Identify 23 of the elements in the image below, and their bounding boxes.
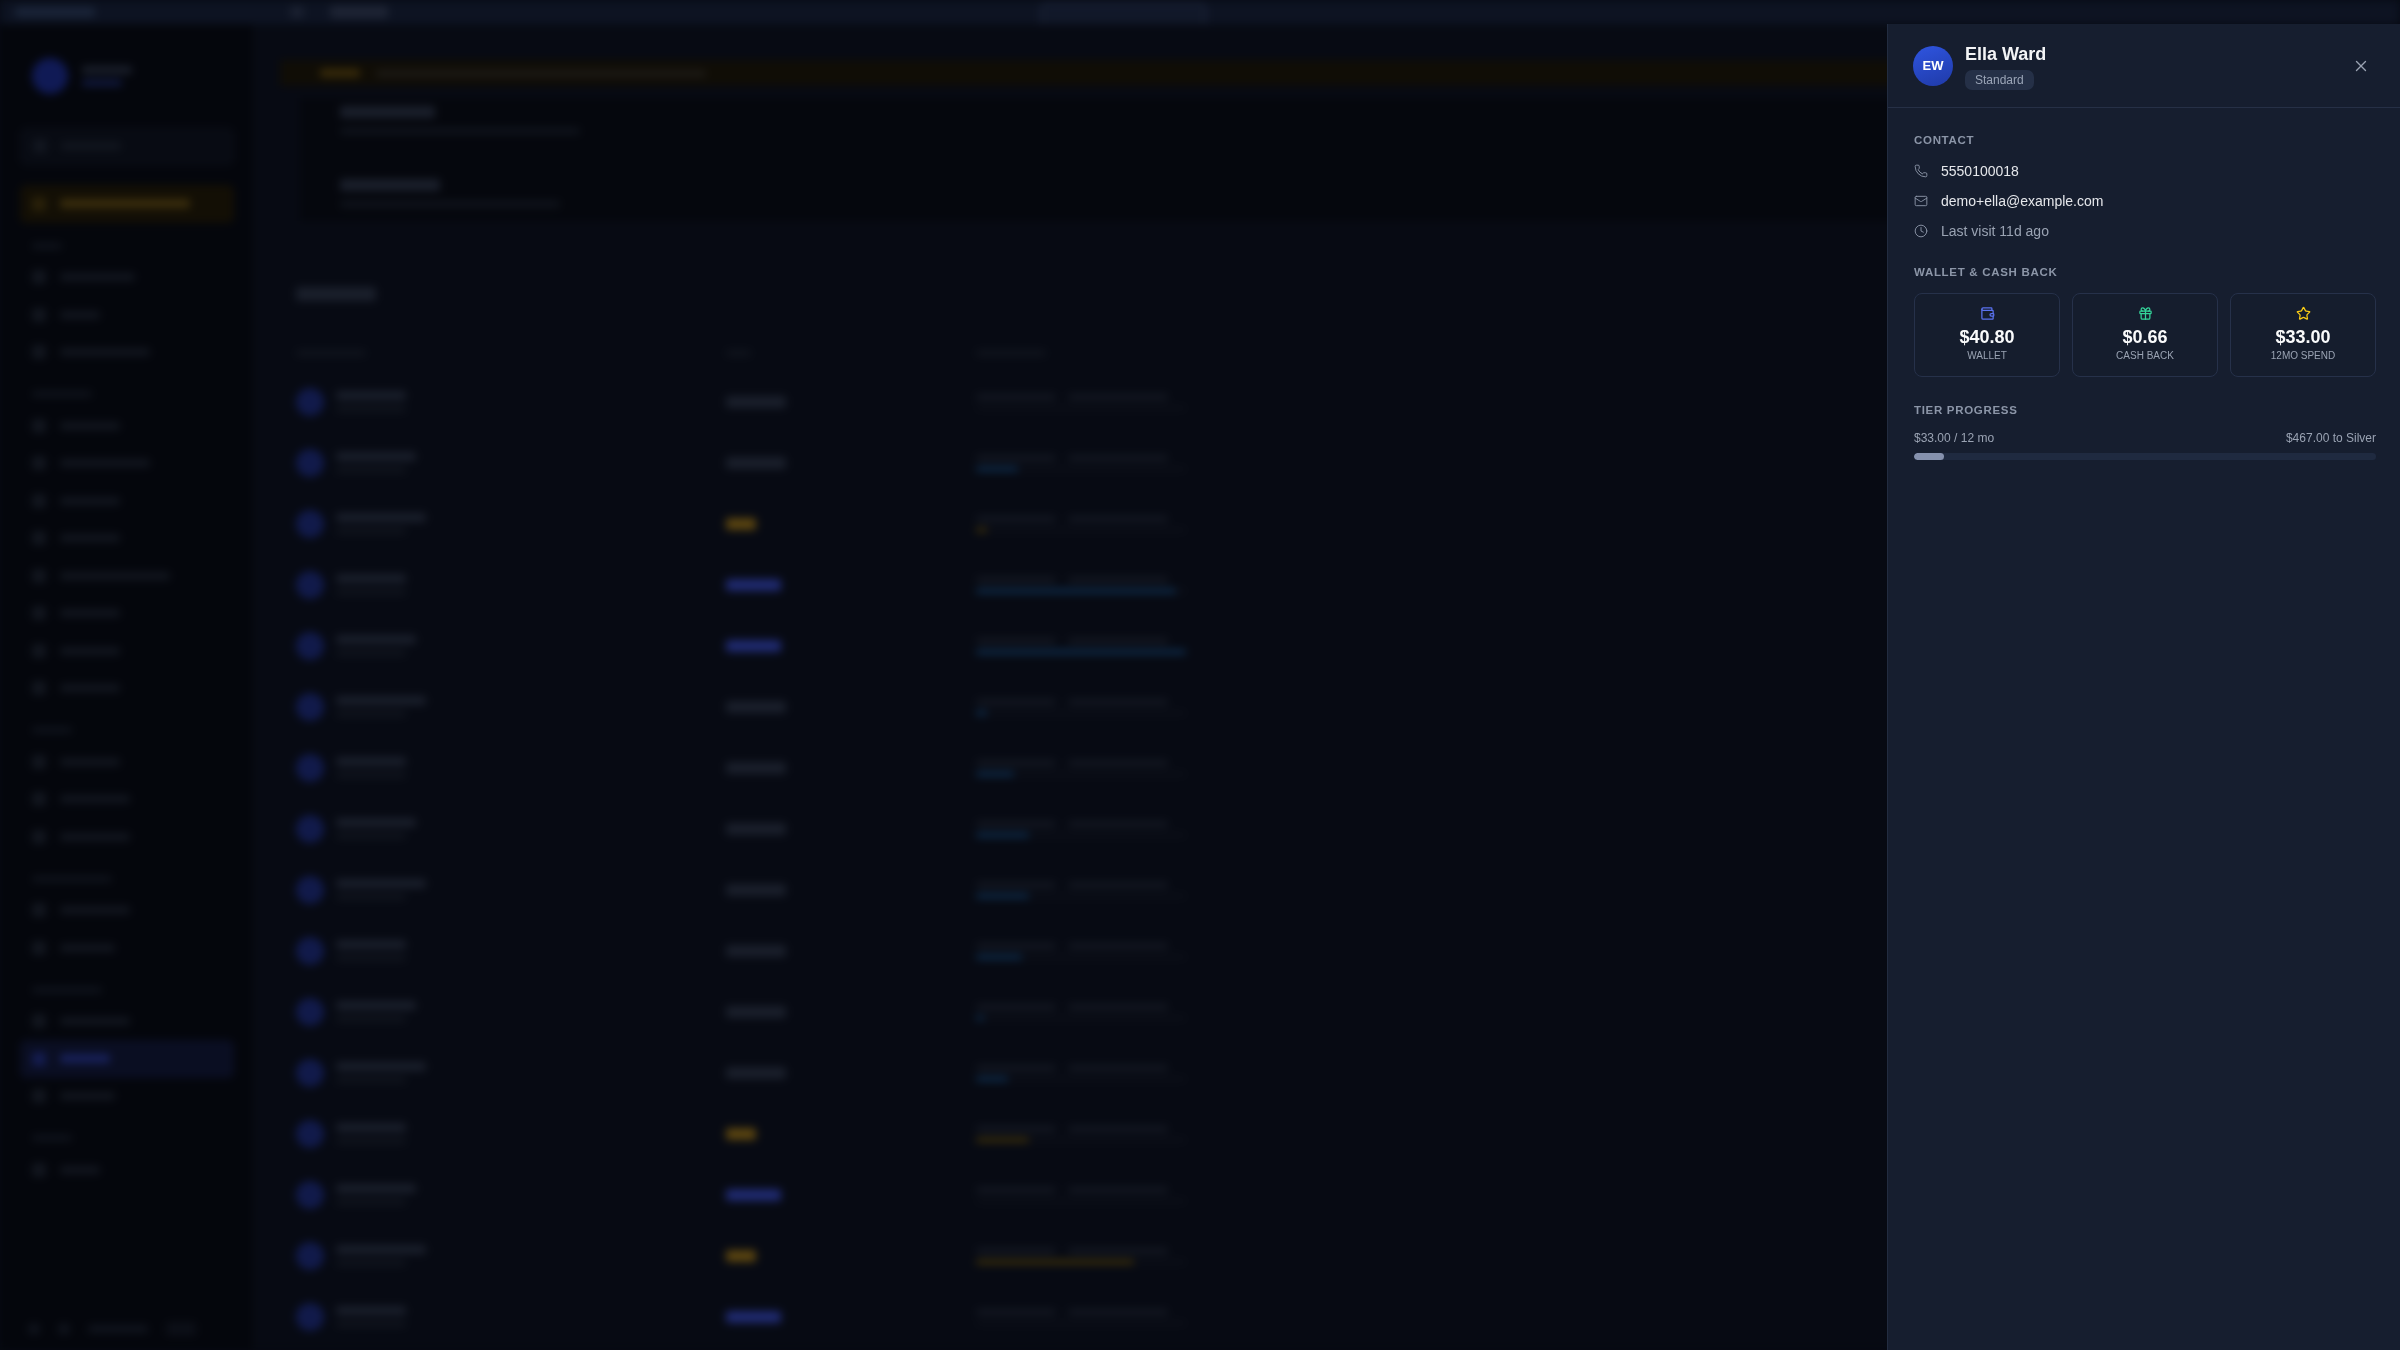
section-heading: TIER PROGRESS (1914, 403, 2019, 418)
section-heading: CONTACT (1914, 133, 1976, 148)
phone-number: 5550100018 (1941, 163, 2019, 179)
stat-value: $40.80 (1959, 326, 2015, 348)
stat-value: $33.00 (2275, 326, 2331, 348)
stat-value: $0.66 (2122, 326, 2168, 348)
stat-label: WALLET (1967, 350, 2007, 362)
tier-badge: Standard (1965, 70, 2034, 90)
email-address[interactable]: demo+ella@example.com (1941, 193, 2104, 209)
phone-icon (1914, 164, 1928, 178)
stat-label: 12MO SPEND (2270, 350, 2336, 362)
stat-label: CASH BACK (2116, 350, 2174, 362)
next-tier-text: $467.00 to Silver (2285, 430, 2376, 446)
section-heading: WALLET & CASH BACK (1914, 265, 2059, 280)
last-visit-text: Last visit 11d ago (1941, 223, 2049, 239)
customer-name: Ella Ward (1965, 43, 2047, 65)
wallet-icon (1979, 306, 1995, 321)
avatar: EW (1913, 45, 1953, 86)
clock-icon (1914, 224, 1928, 238)
star-icon (2295, 306, 2311, 321)
spend-progress-text: $33.00 / 12 mo (1914, 430, 1995, 446)
mail-icon (1914, 194, 1928, 208)
gift-icon (2137, 306, 2153, 321)
